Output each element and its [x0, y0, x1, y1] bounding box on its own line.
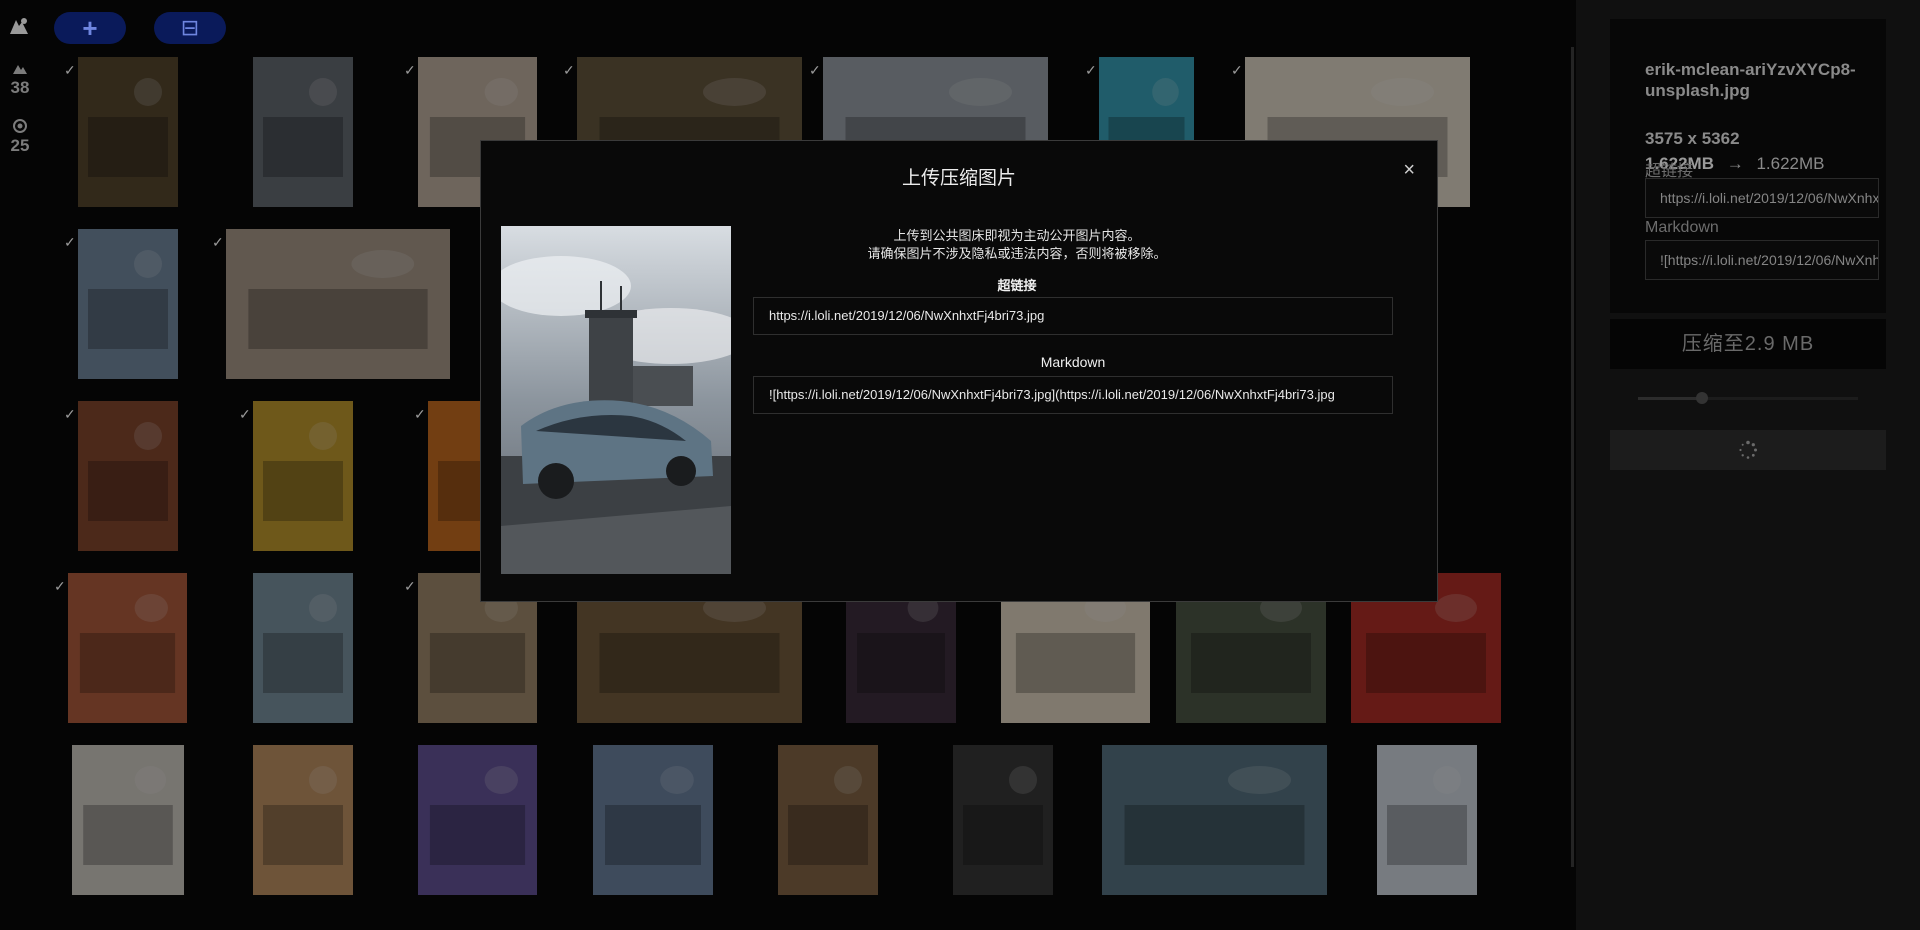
thumbnail-salad-bowl[interactable] — [778, 745, 878, 895]
thumbnail-mountain-lake[interactable] — [1102, 745, 1327, 895]
modal-link-label: 超链接 — [997, 278, 1037, 293]
checkmark-icon: ✓ — [1085, 62, 1097, 78]
upload-button[interactable] — [1610, 430, 1886, 470]
thumbnail-white-wall[interactable] — [1377, 745, 1477, 895]
quality-slider[interactable] — [1638, 392, 1858, 404]
close-icon[interactable]: × — [1403, 159, 1415, 182]
thumbnail-woman-green-dress[interactable] — [418, 745, 537, 895]
thumbnail-cafe-interior[interactable] — [78, 57, 178, 207]
markdown-field[interactable]: ![https://i.loli.net/2019/12/06/NwXnhxtF… — [1645, 240, 1879, 280]
thumbnail-cocktail-table[interactable] — [68, 573, 187, 723]
notice-line-2: 请确保图片不涉及隐私或违法内容，否则将被移除。 — [867, 246, 1167, 261]
thumbnail-coffee-hands[interactable] — [72, 745, 184, 895]
checkmark-icon: ✓ — [64, 62, 76, 78]
compress-button[interactable]: 压缩至2.9 MB — [1610, 319, 1886, 369]
thumbnail-yellow-building[interactable] — [253, 401, 353, 551]
thumbnail-dark-building[interactable] — [953, 745, 1053, 895]
arrow-icon: → — [1726, 154, 1744, 173]
modal-markdown-label: Markdown — [1040, 354, 1106, 370]
checkmark-icon: ✓ — [64, 234, 76, 250]
image-info-card: erik-mclean-ariYzvXYCp8-unsplash.jpg 357… — [1610, 19, 1886, 313]
checkmark-icon: ✓ — [809, 62, 821, 78]
checkmark-icon: ✓ — [239, 406, 251, 422]
uploaded-image-preview — [501, 226, 731, 574]
checkmark-icon: ✓ — [563, 62, 575, 78]
upload-modal: 上传压缩图片 × 上传到公共图床即视为主动公开图片内容。 请确保图片不涉及隐私或… — [480, 140, 1438, 602]
loading-spinner-icon — [1739, 440, 1757, 459]
thumbnail-street-walker[interactable] — [253, 745, 353, 895]
checkmark-icon: ✓ — [54, 578, 66, 594]
thumbnail-car-castle[interactable] — [253, 57, 353, 207]
thumbnail-tower-sky[interactable] — [593, 745, 713, 895]
modal-link-field[interactable]: https://i.loli.net/2019/12/06/NwXnhxtFj4… — [753, 297, 1393, 335]
modal-title: 上传压缩图片 — [901, 168, 1016, 189]
markdown-label: Markdown — [1645, 219, 1719, 236]
slider-knob[interactable] — [1696, 392, 1708, 404]
upload-notice: 上传到公共图床即视为主动公开图片内容。 请确保图片不涉及隐私或违法内容，否则将被… — [753, 227, 1281, 263]
thumbnail-laptop-person[interactable] — [226, 229, 450, 379]
slider-fill — [1638, 397, 1698, 400]
checkmark-icon: ✓ — [404, 578, 416, 594]
thumbnail-cyclists-road[interactable] — [253, 573, 353, 723]
thumbnail-mountain-peak[interactable] — [78, 229, 178, 379]
checkmark-icon: ✓ — [404, 62, 416, 78]
thumbnail-canyon-street[interactable] — [78, 401, 178, 551]
file-name: erik-mclean-ariYzvXYCp8-unsplash.jpg — [1645, 60, 1856, 100]
checkmark-icon: ✓ — [212, 234, 224, 250]
checkmark-icon: ✓ — [414, 406, 426, 422]
checkmark-icon: ✓ — [64, 406, 76, 422]
checkmark-icon: ✓ — [1231, 62, 1243, 78]
notice-line-1: 上传到公共图床即视为主动公开图片内容。 — [893, 228, 1141, 243]
modal-markdown-field[interactable]: ![https://i.loli.net/2019/12/06/NwXnhxtF… — [753, 376, 1393, 414]
details-panel: erik-mclean-ariYzvXYCp8-unsplash.jpg 357… — [1576, 0, 1920, 930]
image-dimensions: 3575 x 5362 — [1645, 129, 1740, 148]
compressed-size: 1.622MB — [1756, 154, 1825, 173]
gallery-scrollbar[interactable] — [1571, 47, 1574, 867]
link-field[interactable]: https://i.loli.net/2019/12/06/NwXnhxtFj4… — [1645, 178, 1879, 218]
